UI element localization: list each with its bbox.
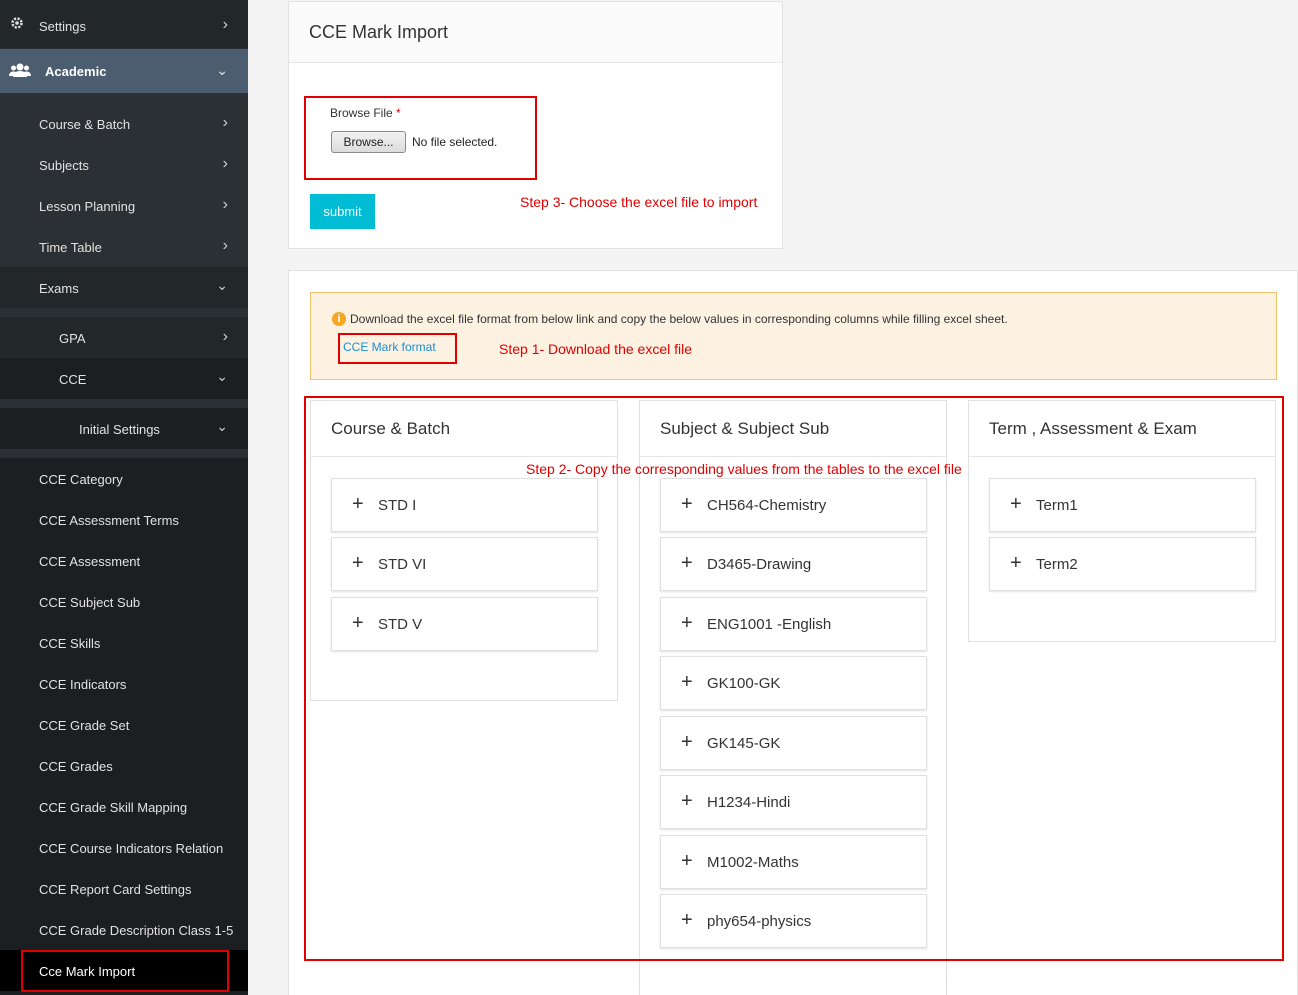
info-message: Download the excel file format from belo… — [350, 312, 1008, 326]
users-icon — [9, 62, 31, 81]
chevron-right-icon: › — [222, 196, 228, 213]
sidebar-item-label: Course & Batch — [39, 117, 131, 132]
sidebar-item-label: CCE Grade Description Class 1-5 — [39, 923, 234, 938]
sidebar-item-time-table[interactable]: Time Table › — [0, 226, 248, 267]
highlight-format-link — [338, 333, 457, 364]
sidebar-item-label: Settings — [39, 19, 86, 34]
chevron-right-icon: › — [222, 16, 228, 33]
sidebar-item-cce-course-indicators-relation[interactable]: CCE Course Indicators Relation — [0, 827, 248, 868]
info-alert: i Download the excel file format from be… — [310, 292, 1277, 380]
sidebar-item-cce-assessment[interactable]: CCE Assessment — [0, 540, 248, 581]
sidebar-item-settings[interactable]: Settings › — [0, 0, 248, 48]
sidebar-item-label: Lesson Planning — [39, 199, 136, 214]
sidebar-item-label: CCE Indicators — [39, 677, 127, 692]
sidebar-item-subjects[interactable]: Subjects › — [0, 144, 248, 185]
sidebar-item-lesson-planning[interactable]: Lesson Planning › — [0, 185, 248, 226]
step1-annotation: Step 1- Download the excel file — [499, 341, 692, 357]
import-panel-header: CCE Mark Import — [289, 2, 782, 63]
sidebar-item-label: CCE Course Indicators Relation — [39, 841, 224, 856]
sidebar-item-cce-indicators[interactable]: CCE Indicators — [0, 663, 248, 704]
sidebar-item-cce-grades[interactable]: CCE Grades — [0, 745, 248, 786]
submit-button[interactable]: submit — [310, 194, 375, 229]
sidebar-item-label: Time Table — [39, 240, 102, 255]
highlight-sidebar-item — [21, 950, 229, 992]
sidebar-item-cce-category[interactable]: CCE Category — [0, 458, 248, 499]
sidebar-item-exams[interactable]: Exams ⌄ — [0, 267, 248, 308]
sidebar-item-course-batch[interactable]: Course & Batch › — [0, 103, 248, 144]
sidebar-item-cce[interactable]: CCE ⌄ — [0, 358, 248, 399]
chevron-right-icon: › — [222, 328, 228, 345]
sidebar-item-label: CCE Report Card Settings — [39, 882, 192, 897]
sidebar-item-cce-grade-set[interactable]: CCE Grade Set — [0, 704, 248, 745]
chevron-down-icon: ⌄ — [216, 368, 228, 384]
chevron-down-icon: ⌄ — [216, 277, 228, 293]
sidebar-item-academic[interactable]: Academic ⌄ — [0, 49, 248, 93]
sidebar-item-label: CCE Category — [39, 472, 123, 487]
sidebar-item-cce-subject-sub[interactable]: CCE Subject Sub — [0, 581, 248, 622]
chevron-right-icon: › — [222, 237, 228, 254]
chevron-right-icon: › — [222, 155, 228, 172]
sidebar-item-label: CCE Grade Skill Mapping — [39, 800, 188, 815]
chevron-down-icon: ⌄ — [216, 62, 228, 78]
sidebar-item-label: CCE Subject Sub — [39, 595, 141, 610]
info-icon: i — [332, 312, 346, 326]
sidebar-item-label: Initial Settings — [79, 422, 160, 437]
sidebar-item-label: GPA — [59, 331, 86, 346]
highlight-browse — [304, 96, 537, 180]
sidebar-item-label: CCE Skills — [39, 636, 101, 651]
sidebar-item-label: Academic — [45, 64, 107, 79]
sidebar-item-label: CCE — [59, 372, 87, 387]
sidebar-item-label: CCE Assessment — [39, 554, 141, 569]
highlight-columns — [304, 396, 1284, 961]
chevron-down-icon: ⌄ — [216, 418, 228, 434]
sidebar-item-label: CCE Grade Set — [39, 718, 130, 733]
import-panel: CCE Mark Import Browse File * Browse... … — [288, 1, 783, 249]
sidebar-item-label: Exams — [39, 281, 79, 296]
sidebar-item-cce-report-card-settings[interactable]: CCE Report Card Settings — [0, 868, 248, 909]
sidebar-item-cce-skills[interactable]: CCE Skills — [0, 622, 248, 663]
chevron-right-icon: › — [222, 114, 228, 131]
step3-annotation: Step 3- Choose the excel file to import — [520, 194, 758, 210]
sidebar-item-label: CCE Assessment Terms — [39, 513, 179, 528]
sidebar-item-label: CCE Grades — [39, 759, 113, 774]
gear-icon — [9, 15, 25, 34]
sidebar-item-label: Subjects — [39, 158, 89, 173]
sidebar-item-gpa[interactable]: GPA › — [0, 317, 248, 358]
sidebar-item-cce-grade-skill-mapping[interactable]: CCE Grade Skill Mapping — [0, 786, 248, 827]
sidebar-item-initial-settings[interactable]: Initial Settings ⌄ — [0, 408, 248, 449]
page-title: CCE Mark Import — [309, 22, 449, 42]
sidebar-item-cce-grade-description[interactable]: CCE Grade Description Class 1-5 — [0, 909, 248, 950]
sidebar: Settings › Academic ⌄ Course & Batch › S… — [0, 0, 248, 995]
sidebar-item-cce-assessment-terms[interactable]: CCE Assessment Terms — [0, 499, 248, 540]
